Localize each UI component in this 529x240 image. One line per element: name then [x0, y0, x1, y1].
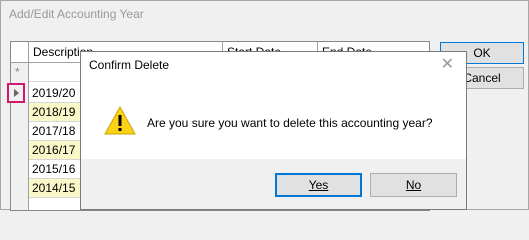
dialog-footer: Yes No: [81, 159, 466, 209]
warning-icon: [104, 105, 136, 135]
yes-button-label: Yes: [308, 178, 329, 192]
close-icon[interactable]: ✕: [441, 54, 454, 74]
current-row-arrow-icon: [14, 89, 19, 97]
no-button[interactable]: No: [370, 173, 457, 197]
confirm-delete-dialog: Confirm Delete ✕ Are you sure you want t…: [80, 51, 467, 210]
yes-button[interactable]: Yes: [275, 173, 362, 197]
current-row-marker[interactable]: [7, 83, 25, 103]
no-button-label: No: [405, 178, 422, 192]
dialog-body: Are you sure you want to delete this acc…: [81, 82, 466, 156]
window-title: Add/Edit Accounting Year: [9, 7, 144, 21]
header-corner: [11, 42, 29, 62]
dialog-title: Confirm Delete: [89, 58, 170, 72]
dialog-message: Are you sure you want to delete this acc…: [147, 116, 433, 130]
new-row-icon: *: [15, 65, 20, 79]
